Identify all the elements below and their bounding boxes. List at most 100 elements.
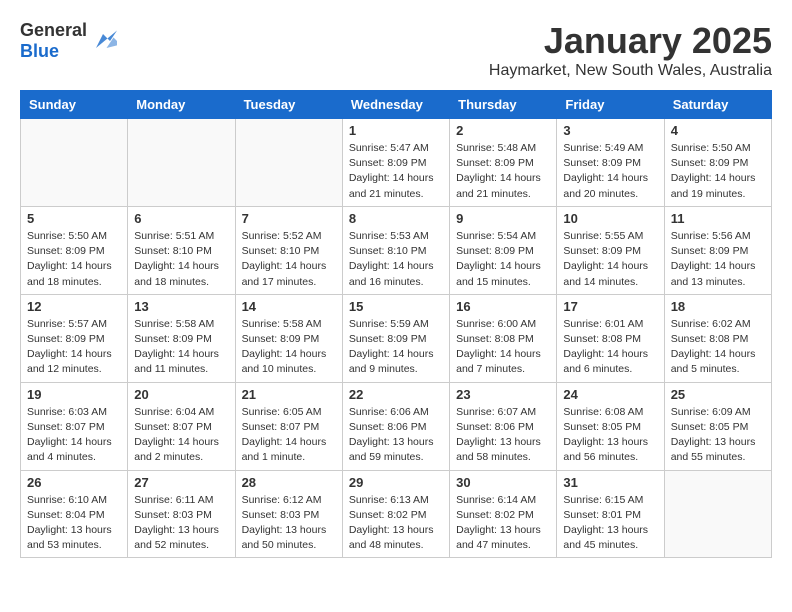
calendar-cell: 3 Sunrise: 5:49 AMSunset: 8:09 PMDaylight… <box>557 119 664 207</box>
calendar-cell: 17 Sunrise: 6:01 AMSunset: 8:08 PMDayligh… <box>557 294 664 382</box>
logo-general: General <box>20 20 87 40</box>
day-number: 10 <box>563 211 657 226</box>
day-number: 25 <box>671 387 765 402</box>
calendar-cell: 1Sunrise: 5:47 AMSunset: 8:09 PMDaylight… <box>342 119 449 207</box>
calendar-cell: 20 Sunrise: 6:04 AMSunset: 8:07 PMDayligh… <box>128 382 235 470</box>
day-number: 27 <box>134 475 228 490</box>
day-number: 20 <box>134 387 228 402</box>
day-number: 4 <box>671 123 765 138</box>
day-number: 14 <box>242 299 336 314</box>
day-info: Sunrise: 6:08 AMSunset: 8:05 PMDaylight:… <box>563 405 657 466</box>
calendar-body: 1Sunrise: 5:47 AMSunset: 8:09 PMDaylight… <box>21 119 772 558</box>
calendar-cell: 30 Sunrise: 6:14 AMSunset: 8:02 PMDayligh… <box>450 470 557 558</box>
day-info: Sunrise: 5:52 AMSunset: 8:10 PMDaylight:… <box>242 229 336 290</box>
day-info: Sunrise: 6:14 AMSunset: 8:02 PMDaylight:… <box>456 493 550 554</box>
day-info: Sunrise: 6:02 AMSunset: 8:08 PMDaylight:… <box>671 317 765 378</box>
day-info: Sunrise: 5:49 AMSunset: 8:09 PMDaylight:… <box>563 141 657 202</box>
calendar-week-3: 19Sunrise: 6:03 AMSunset: 8:07 PMDayligh… <box>21 382 772 470</box>
day-number: 24 <box>563 387 657 402</box>
calendar-cell: 13Sunrise: 5:58 AMSunset: 8:09 PMDayligh… <box>128 294 235 382</box>
day-info: Sunrise: 6:06 AMSunset: 8:06 PMDaylight:… <box>349 405 443 466</box>
day-number: 9 <box>456 211 550 226</box>
calendar-week-4: 26 Sunrise: 6:10 AMSunset: 8:04 PMDayligh… <box>21 470 772 558</box>
day-info: Sunrise: 5:51 AMSunset: 8:10 PMDaylight:… <box>134 229 228 290</box>
calendar-cell <box>21 119 128 207</box>
weekday-header-wednesday: Wednesday <box>342 91 449 119</box>
calendar-header: SundayMondayTuesdayWednesdayThursdayFrid… <box>21 91 772 119</box>
calendar-cell: 5 Sunrise: 5:50 AMSunset: 8:09 PMDaylight… <box>21 206 128 294</box>
day-info: Sunrise: 5:58 AMSunset: 8:09 PMDaylight:… <box>242 317 336 378</box>
day-info: Sunrise: 6:07 AMSunset: 8:06 PMDaylight:… <box>456 405 550 466</box>
day-number: 8 <box>349 211 443 226</box>
calendar-cell: 23Sunrise: 6:07 AMSunset: 8:06 PMDayligh… <box>450 382 557 470</box>
weekday-header-thursday: Thursday <box>450 91 557 119</box>
day-number: 11 <box>671 211 765 226</box>
calendar-cell: 9 Sunrise: 5:54 AMSunset: 8:09 PMDaylight… <box>450 206 557 294</box>
day-info: Sunrise: 6:04 AMSunset: 8:07 PMDaylight:… <box>134 405 228 466</box>
day-number: 16 <box>456 299 550 314</box>
day-info: Sunrise: 5:53 AMSunset: 8:10 PMDaylight:… <box>349 229 443 290</box>
day-info: Sunrise: 5:47 AMSunset: 8:09 PMDaylight:… <box>349 141 443 202</box>
calendar-cell: 11 Sunrise: 5:56 AMSunset: 8:09 PMDayligh… <box>664 206 771 294</box>
calendar-cell: 7 Sunrise: 5:52 AMSunset: 8:10 PMDaylight… <box>235 206 342 294</box>
day-info: Sunrise: 5:59 AMSunset: 8:09 PMDaylight:… <box>349 317 443 378</box>
day-number: 2 <box>456 123 550 138</box>
day-info: Sunrise: 6:00 AMSunset: 8:08 PMDaylight:… <box>456 317 550 378</box>
calendar-week-1: 5 Sunrise: 5:50 AMSunset: 8:09 PMDaylight… <box>21 206 772 294</box>
calendar-cell: 8 Sunrise: 5:53 AMSunset: 8:10 PMDaylight… <box>342 206 449 294</box>
calendar-cell: 21Sunrise: 6:05 AMSunset: 8:07 PMDayligh… <box>235 382 342 470</box>
calendar-cell: 19Sunrise: 6:03 AMSunset: 8:07 PMDayligh… <box>21 382 128 470</box>
day-number: 30 <box>456 475 550 490</box>
day-info: Sunrise: 5:56 AMSunset: 8:09 PMDaylight:… <box>671 229 765 290</box>
day-info: Sunrise: 6:13 AMSunset: 8:02 PMDaylight:… <box>349 493 443 554</box>
calendar-cell: 26 Sunrise: 6:10 AMSunset: 8:04 PMDayligh… <box>21 470 128 558</box>
calendar-cell: 12 Sunrise: 5:57 AMSunset: 8:09 PMDayligh… <box>21 294 128 382</box>
day-number: 15 <box>349 299 443 314</box>
calendar-cell: 15 Sunrise: 5:59 AMSunset: 8:09 PMDayligh… <box>342 294 449 382</box>
calendar-cell: 18 Sunrise: 6:02 AMSunset: 8:08 PMDayligh… <box>664 294 771 382</box>
day-number: 7 <box>242 211 336 226</box>
day-info: Sunrise: 6:15 AMSunset: 8:01 PMDaylight:… <box>563 493 657 554</box>
day-info: Sunrise: 6:11 AMSunset: 8:03 PMDaylight:… <box>134 493 228 554</box>
calendar-cell: 24 Sunrise: 6:08 AMSunset: 8:05 PMDayligh… <box>557 382 664 470</box>
calendar-cell: 27 Sunrise: 6:11 AMSunset: 8:03 PMDayligh… <box>128 470 235 558</box>
weekday-header-saturday: Saturday <box>664 91 771 119</box>
day-info: Sunrise: 6:01 AMSunset: 8:08 PMDaylight:… <box>563 317 657 378</box>
day-info: Sunrise: 5:48 AMSunset: 8:09 PMDaylight:… <box>456 141 550 202</box>
logo-icon <box>89 27 117 55</box>
weekday-header-friday: Friday <box>557 91 664 119</box>
day-number: 3 <box>563 123 657 138</box>
title-area: January 2025 Haymarket, New South Wales,… <box>489 20 772 80</box>
calendar-table: SundayMondayTuesdayWednesdayThursdayFrid… <box>20 90 772 558</box>
month-title: January 2025 <box>489 20 772 62</box>
day-info: Sunrise: 5:50 AMSunset: 8:09 PMDaylight:… <box>671 141 765 202</box>
weekday-header-sunday: Sunday <box>21 91 128 119</box>
day-info: Sunrise: 5:50 AMSunset: 8:09 PMDaylight:… <box>27 229 121 290</box>
day-number: 18 <box>671 299 765 314</box>
calendar-cell: 14 Sunrise: 5:58 AMSunset: 8:09 PMDayligh… <box>235 294 342 382</box>
logo-text: General Blue <box>20 20 87 62</box>
day-number: 17 <box>563 299 657 314</box>
day-number: 26 <box>27 475 121 490</box>
calendar-cell: 2 Sunrise: 5:48 AMSunset: 8:09 PMDaylight… <box>450 119 557 207</box>
day-number: 5 <box>27 211 121 226</box>
day-info: Sunrise: 5:55 AMSunset: 8:09 PMDaylight:… <box>563 229 657 290</box>
calendar-cell <box>235 119 342 207</box>
calendar-cell: 4 Sunrise: 5:50 AMSunset: 8:09 PMDaylight… <box>664 119 771 207</box>
calendar-cell <box>664 470 771 558</box>
day-number: 21 <box>242 387 336 402</box>
header: General Blue January 2025 Haymarket, New… <box>20 20 772 80</box>
weekday-header-row: SundayMondayTuesdayWednesdayThursdayFrid… <box>21 91 772 119</box>
day-info: Sunrise: 5:57 AMSunset: 8:09 PMDaylight:… <box>27 317 121 378</box>
calendar-cell: 31Sunrise: 6:15 AMSunset: 8:01 PMDayligh… <box>557 470 664 558</box>
day-number: 6 <box>134 211 228 226</box>
calendar-cell: 6 Sunrise: 5:51 AMSunset: 8:10 PMDaylight… <box>128 206 235 294</box>
calendar-cell: 10 Sunrise: 5:55 AMSunset: 8:09 PMDayligh… <box>557 206 664 294</box>
day-number: 19 <box>27 387 121 402</box>
day-number: 29 <box>349 475 443 490</box>
calendar-cell <box>128 119 235 207</box>
day-info: Sunrise: 6:10 AMSunset: 8:04 PMDaylight:… <box>27 493 121 554</box>
weekday-header-tuesday: Tuesday <box>235 91 342 119</box>
day-number: 12 <box>27 299 121 314</box>
day-info: Sunrise: 5:54 AMSunset: 8:09 PMDaylight:… <box>456 229 550 290</box>
